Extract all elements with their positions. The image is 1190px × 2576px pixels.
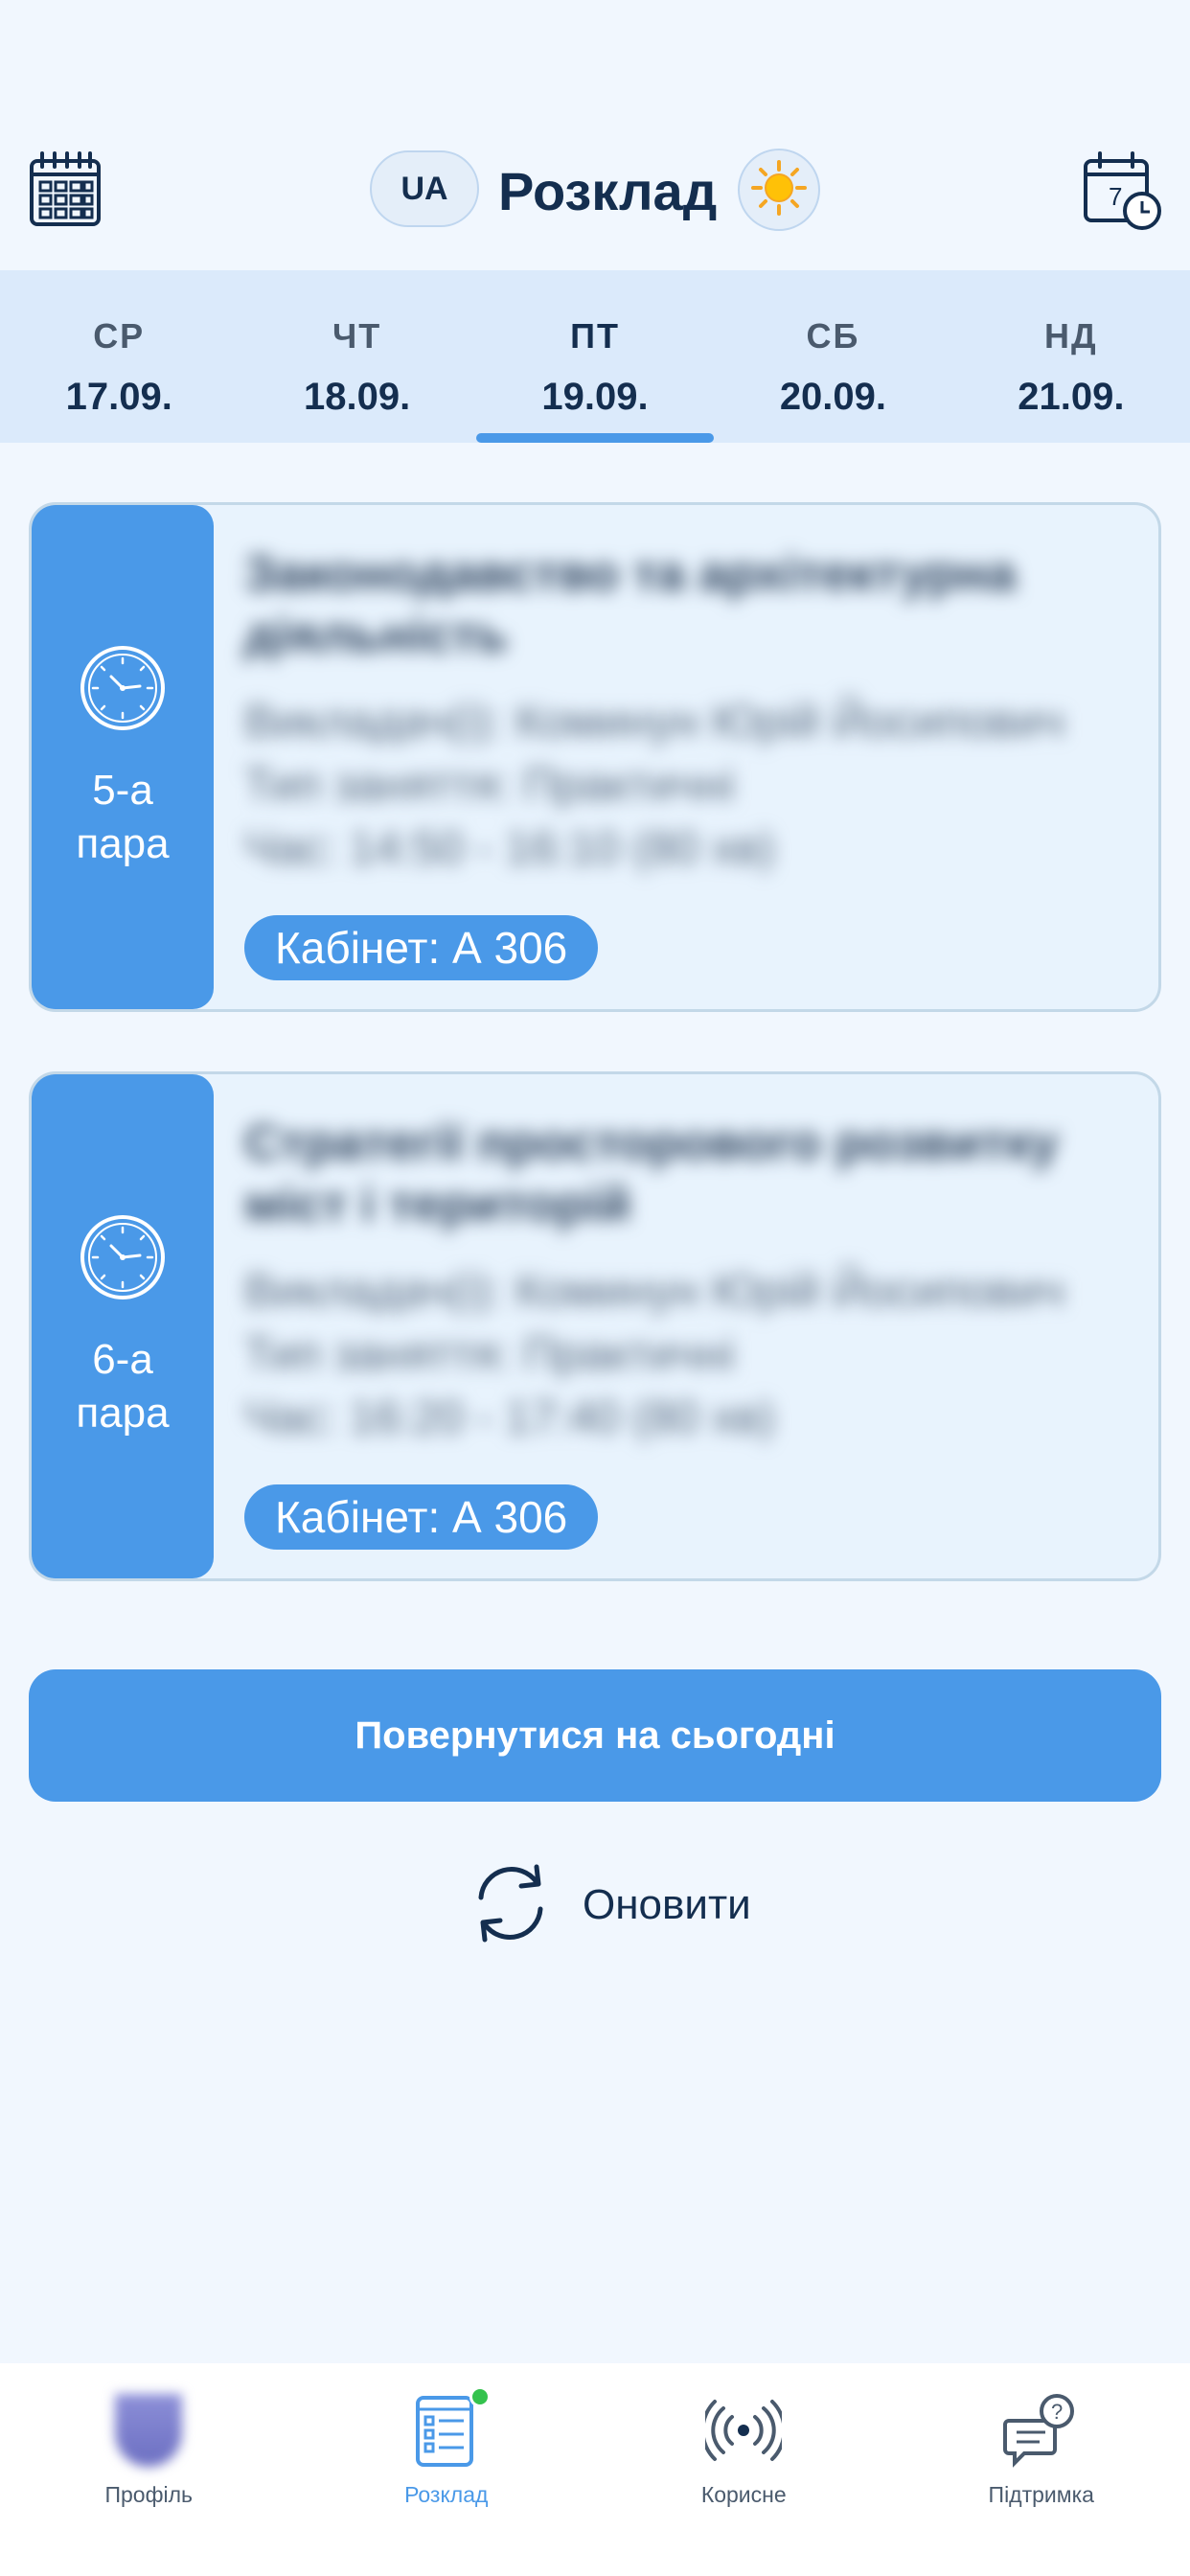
pair-number: 5-а [92, 766, 153, 814]
room-badge: Кабінет: А 306 [244, 915, 599, 980]
day-date: 18.09. [304, 376, 411, 418]
svg-text:7: 7 [1109, 182, 1122, 211]
lesson-time: Час: 16:20 - 17:40 (80 хв) [244, 1392, 775, 1443]
pair-word: пара [76, 819, 170, 867]
day-name: ЧТ [332, 316, 382, 356]
lesson-teacher: Викладач(і): Коминун Юрій Йосипович [244, 697, 1064, 748]
day-date: 21.09. [1018, 376, 1125, 418]
lesson-type: Тип заняття: Практичні [244, 1329, 735, 1380]
calendar-clock-icon[interactable]: 7 [1083, 151, 1163, 232]
page-title: Розклад [498, 161, 718, 221]
day-name: НД [1044, 316, 1098, 356]
lesson-details: Стратегії просторового розвитку міст і т… [244, 1113, 1130, 1450]
pair-word: пара [76, 1389, 170, 1437]
day-selector: СР 17.09. ЧТ 18.09. ПТ 19.09. СБ 20.09. … [0, 270, 1190, 443]
day-date: 20.09. [779, 376, 887, 418]
lesson-subject: Стратегії просторового розвитку міст і т… [244, 1116, 1059, 1232]
back-to-today-button[interactable]: Повернутися на сьогодні [29, 1669, 1161, 1802]
nav-profile[interactable]: Профіль [0, 2363, 298, 2576]
clock-icon [79, 644, 167, 737]
refresh-icon [468, 1859, 554, 1952]
schedule-list-icon [408, 2386, 491, 2469]
lesson-details: Законодавство та архітектурна діяльність… [244, 543, 1130, 881]
lesson-card[interactable]: 6-а пара Стратегії просторового розвитку… [29, 1071, 1161, 1581]
pair-number: 6-а [92, 1335, 153, 1383]
notification-dot [469, 2386, 491, 2407]
nav-useful[interactable]: Корисне [595, 2363, 893, 2576]
pair-indicator: 5-а пара [32, 505, 214, 1009]
lesson-teacher: Викладач(і): Коминун Юрій Йосипович [244, 1266, 1064, 1317]
avatar [110, 2392, 187, 2469]
bottom-navigation: Профіль Розклад Корисне ? Підтримка [0, 2363, 1190, 2576]
refresh-label: Оновити [583, 1881, 751, 1928]
room-badge: Кабінет: А 306 [244, 1484, 599, 1550]
lesson-card[interactable]: 5-а пара Законодавство та архітектурна д… [29, 502, 1161, 1012]
svg-text:?: ? [1051, 2400, 1063, 2424]
day-tab-thu[interactable]: ЧТ 18.09. [238, 270, 475, 443]
lesson-time: Час: 14:50 - 16:10 (80 хв) [244, 823, 775, 874]
app-header: UA Розклад 7 [0, 0, 1190, 270]
nav-label: Корисне [700, 2482, 787, 2507]
broadcast-icon [700, 2392, 787, 2469]
nav-support[interactable]: ? Підтримка [893, 2363, 1190, 2576]
pair-indicator: 6-а пара [32, 1074, 214, 1578]
support-chat-icon: ? [1002, 2392, 1080, 2469]
nav-label: Розклад [404, 2482, 489, 2507]
lesson-subject: Законодавство та архітектурна діяльність [244, 546, 1017, 663]
day-name: СР [93, 316, 146, 356]
day-tab-sun[interactable]: НД 21.09. [952, 270, 1190, 443]
day-tab-wed[interactable]: СР 17.09. [0, 270, 238, 443]
calendar-grid-icon[interactable] [29, 151, 102, 228]
day-date: 17.09. [65, 376, 172, 418]
nav-label: Профіль [104, 2482, 194, 2507]
sun-icon [750, 159, 808, 221]
lesson-type: Тип заняття: Практичні [244, 760, 735, 811]
day-name: ПТ [570, 316, 620, 356]
day-tab-sat[interactable]: СБ 20.09. [714, 270, 951, 443]
nav-schedule[interactable]: Розклад [298, 2363, 596, 2576]
active-day-indicator [476, 433, 715, 443]
language-toggle[interactable]: UA [370, 150, 479, 227]
day-date: 19.09. [541, 376, 649, 418]
day-tab-fri[interactable]: ПТ 19.09. [476, 270, 715, 443]
refresh-button[interactable]: Оновити [468, 1859, 751, 1951]
clock-icon [79, 1213, 167, 1306]
day-name: СБ [806, 316, 860, 356]
theme-toggle[interactable] [738, 149, 820, 231]
nav-label: Підтримка [988, 2482, 1094, 2507]
